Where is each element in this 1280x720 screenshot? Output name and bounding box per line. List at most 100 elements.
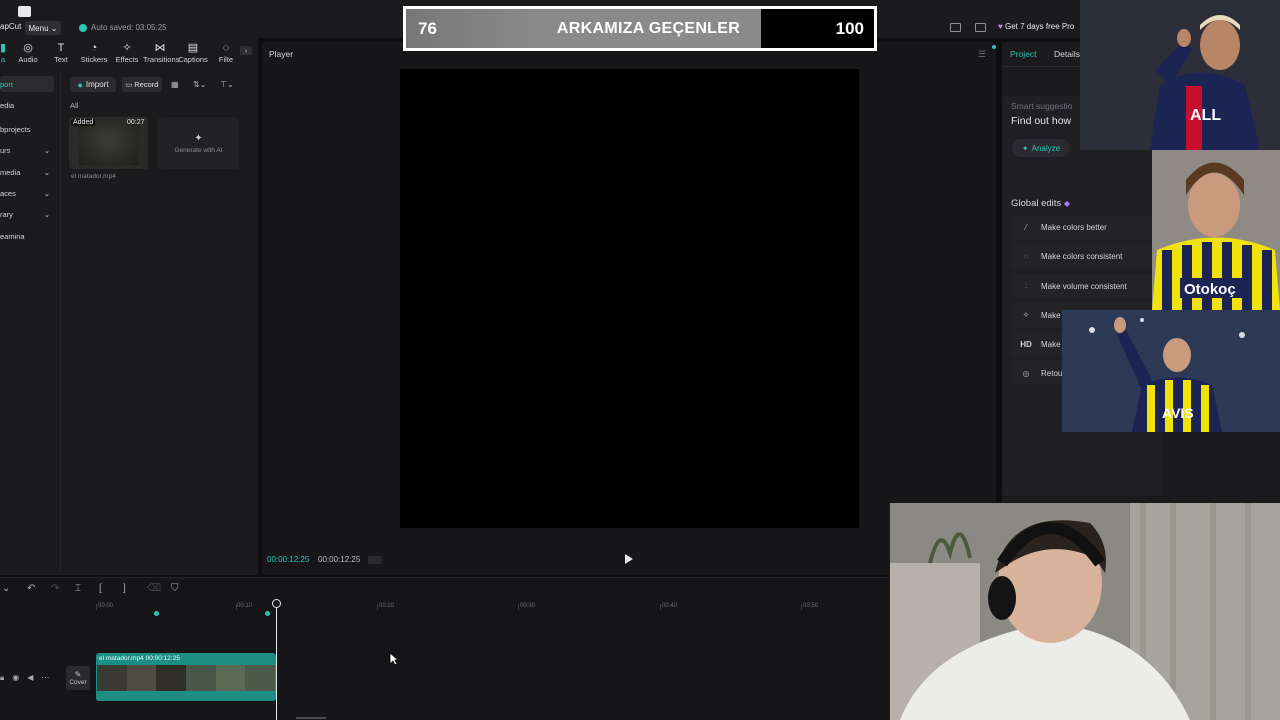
transitions-icon: ⋈ [154,42,166,54]
edit-volume-consistent[interactable]: ⫶ Make volume consistent [1012,274,1162,298]
sidebar-item-label: urs [0,145,11,155]
analyze-button[interactable]: ✦ Analyze [1012,139,1070,157]
svg-text:ALL: ALL [1190,107,1221,124]
chevron-down-icon: ⌄ [50,23,58,33]
player-photo-fenerbahce-2: AVIS [1062,310,1280,432]
diamond-icon: ♥ [998,22,1003,31]
track-controls: 🔒︎ ◉ ◀ ⋯ [0,673,49,683]
clip-frame [215,665,246,691]
clip-frame [245,665,276,691]
menu-button[interactable]: Menu ⌄ [25,21,61,35]
mouse-cursor-icon [389,652,399,666]
time-ruler[interactable] [0,600,890,612]
record-button[interactable]: ▭ Record [122,77,162,92]
clip-frames [97,665,276,691]
playhead-line[interactable] [276,604,277,720]
play-icon[interactable] [624,553,634,565]
menu-lines-icon[interactable]: ☰ [978,49,986,60]
generate-ai-button[interactable]: ✦ Generate with AI [158,117,239,169]
ruler-tick [377,604,378,610]
eye-icon[interactable]: ◉ [12,673,19,683]
tab-label: Captions [178,55,208,64]
retouch-icon: ◎ [1022,368,1030,378]
split-right-icon[interactable]: ] [123,583,126,594]
timeline-marker[interactable] [265,611,270,616]
thumb-duration: 00:27 [127,119,145,126]
sidebar-item-label: media [0,167,21,177]
aspect-icon[interactable] [368,556,382,564]
tab-project[interactable]: Project [1010,49,1036,59]
sort-icon[interactable]: ⇅⌄ [193,80,206,89]
svg-text:Otokoç: Otokoç [1184,281,1236,298]
app-icon [18,6,31,17]
sidebar-item[interactable]: urs ⌄ [0,142,54,158]
ruler-label: 00:00 [98,603,114,609]
video-canvas[interactable] [400,69,859,528]
split-icon[interactable]: ⌶ [75,583,81,594]
filter-icon[interactable]: ⊤⌄ [220,80,234,89]
thumb-filename: el matador.mp4 [71,173,116,180]
timeline-marker[interactable] [154,611,159,616]
clip-frame [126,665,157,691]
edit-colors-consistent[interactable]: ◌ Make colors consistent [1012,244,1162,268]
player-photo-fenerbahce-1: Otokoç [1152,150,1280,310]
delete-icon[interactable]: ⌫ [147,583,161,594]
global-edits-title: Global edits ◆ [1011,198,1070,209]
tab-text[interactable]: T Text [44,42,78,64]
edit-colors-better[interactable]: ⁄ Make colors better [1012,215,1162,239]
playhead-handle[interactable] [272,599,281,608]
tab-filter[interactable]: ◌ Filte [209,42,243,64]
shield-icon[interactable]: ⛉ [171,583,179,594]
ruler-label: 00:20 [379,603,395,609]
layout-icon[interactable] [950,23,961,32]
redo-icon[interactable]: ↷ [51,583,59,594]
clip-frame [97,665,127,691]
analyze-label: Analyze [1031,143,1061,153]
keyboard-icon[interactable] [975,23,986,32]
generate-label: Generate with AI [174,146,223,154]
lock-icon[interactable]: 🔒︎ [0,673,4,683]
pro-trial-button[interactable]: ♥ Get 7 days free Pro [998,22,1074,31]
sidebar-item[interactable]: media ⌄ [0,164,54,180]
tab-transitions[interactable]: ⋈ Transitions [143,42,179,64]
find-out-text: Find out how [1011,115,1072,127]
tab-captions[interactable]: ▤ Captions [176,42,210,64]
clip-label: el matador.mp4 00:00:12:25 [99,655,180,662]
sticker-icon: ◔ [90,42,98,54]
sidebar-item-label: aces [0,188,16,198]
split-left-icon[interactable]: [ [99,583,102,594]
sidebar-item[interactable]: aces ⌄ [0,185,54,201]
wand-icon: ⁄ [1025,222,1027,232]
divider [60,72,61,572]
chevron-down-icon: ⌄ [43,167,50,177]
player-photo-psg: ALL [1080,0,1280,150]
undo-icon[interactable]: ↶ [27,583,35,594]
tab-audio[interactable]: ◎ Audio [11,42,45,64]
sidebar-item[interactable]: edia [0,97,54,113]
sidebar-item[interactable]: bprojects [0,121,54,137]
side-nav: port edia bprojects urs ⌄ media ⌄ aces ⌄ rary ⌄ eam… [0,76,56,256]
ruler-tick [236,604,237,610]
tab-effects[interactable]: ✧ Effects [110,42,144,64]
sidebar-item[interactable]: port [0,76,54,92]
timeline-scrollbar[interactable] [296,717,326,719]
tool-tabs: ▮ a ◎ Audio T Text ◔ Stickers ✧ Effects ⋈ Transitio… [0,42,258,68]
chevron-down-icon[interactable]: ⌄ [2,583,10,594]
tab-details[interactable]: Details [1054,49,1080,59]
chevron-down-icon: ⌄ [43,188,50,198]
import-button[interactable]: ● Import [70,77,116,92]
chevron-right-icon[interactable]: › [240,46,252,55]
sidebar-item[interactable]: eamina [0,228,54,244]
webcam-feed [890,503,1280,720]
speaker-icon[interactable]: ◀ [27,673,33,683]
check-icon [79,23,87,32]
plus-circle-icon: ● [77,79,83,90]
tab-sticker[interactable]: ◔ Stickers [77,42,111,64]
more-icon[interactable]: ⋯ [41,673,49,683]
sparkle-icon: ⟡ [1023,310,1029,319]
cover-button[interactable]: ✎ Cover [66,666,90,690]
cover-label: Cover [69,679,87,686]
grid-view-icon[interactable]: ▦ [171,80,179,89]
sidebar-item[interactable]: rary ⌄ [0,206,54,222]
camera-icon: ▭ [125,81,133,89]
